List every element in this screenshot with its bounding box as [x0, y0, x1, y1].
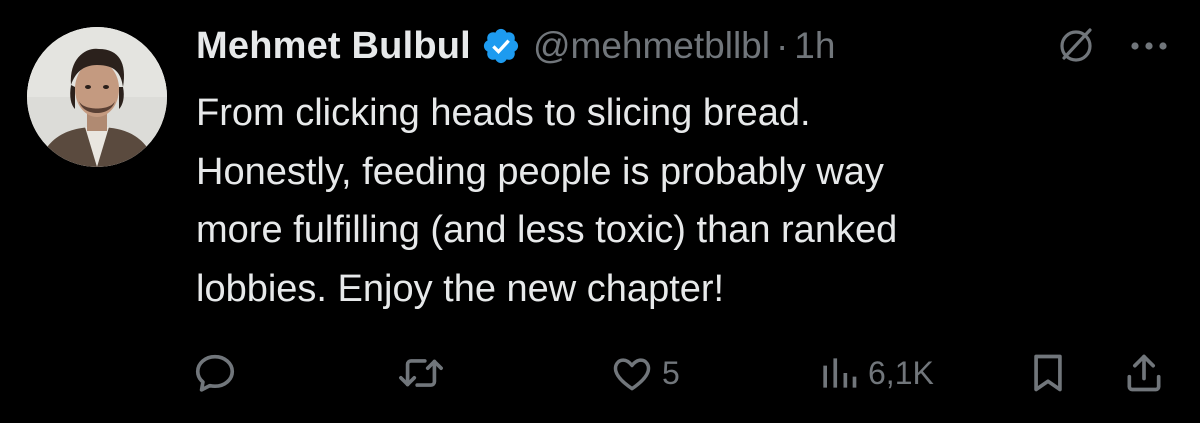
like-count: 5 [662, 354, 680, 391]
separator-dot: · [775, 25, 789, 66]
bookmark-button[interactable] [1026, 350, 1070, 396]
author-display-name[interactable]: Mehmet Bulbul [196, 25, 471, 68]
tweet-text-line: more fulfilling (and less toxic) than ra… [196, 209, 898, 251]
tweet-text: From clicking heads to slicing bread. Ho… [196, 84, 1156, 318]
more-icon[interactable] [1127, 28, 1171, 64]
like-button[interactable]: 5 [610, 351, 680, 395]
bookmark-icon [1026, 350, 1070, 396]
tweet-header: Mehmet Bulbul @mehmetbllbl · 1h [196, 14, 835, 78]
verified-badge-icon[interactable] [481, 26, 521, 66]
action-bar: 5 6,1K [0, 346, 1200, 406]
reply-icon [192, 350, 238, 396]
share-button[interactable] [1122, 350, 1166, 396]
views-count: 6,1K [868, 354, 934, 391]
author-handle[interactable]: @mehmetbllbl [533, 25, 770, 67]
share-icon [1122, 350, 1166, 396]
tweet-text-line: lobbies. Enjoy the new chapter! [196, 267, 725, 310]
repost-icon [396, 350, 446, 396]
heart-icon [610, 351, 654, 395]
tweet-timestamp[interactable]: 1h [794, 25, 835, 67]
views-icon [816, 351, 860, 395]
repost-button[interactable] [396, 350, 446, 396]
views-button[interactable]: 6,1K [816, 351, 934, 395]
avatar[interactable] [27, 27, 167, 167]
tweet-text-line: From clicking heads to slicing bread. [196, 92, 811, 134]
tweet-text-line: Honestly, feeding people is probably way [196, 150, 884, 193]
tweet[interactable]: Mehmet Bulbul @mehmetbllbl · 1h From cli… [0, 0, 1200, 423]
reply-button[interactable] [192, 350, 238, 396]
grok-icon[interactable] [1054, 24, 1098, 68]
